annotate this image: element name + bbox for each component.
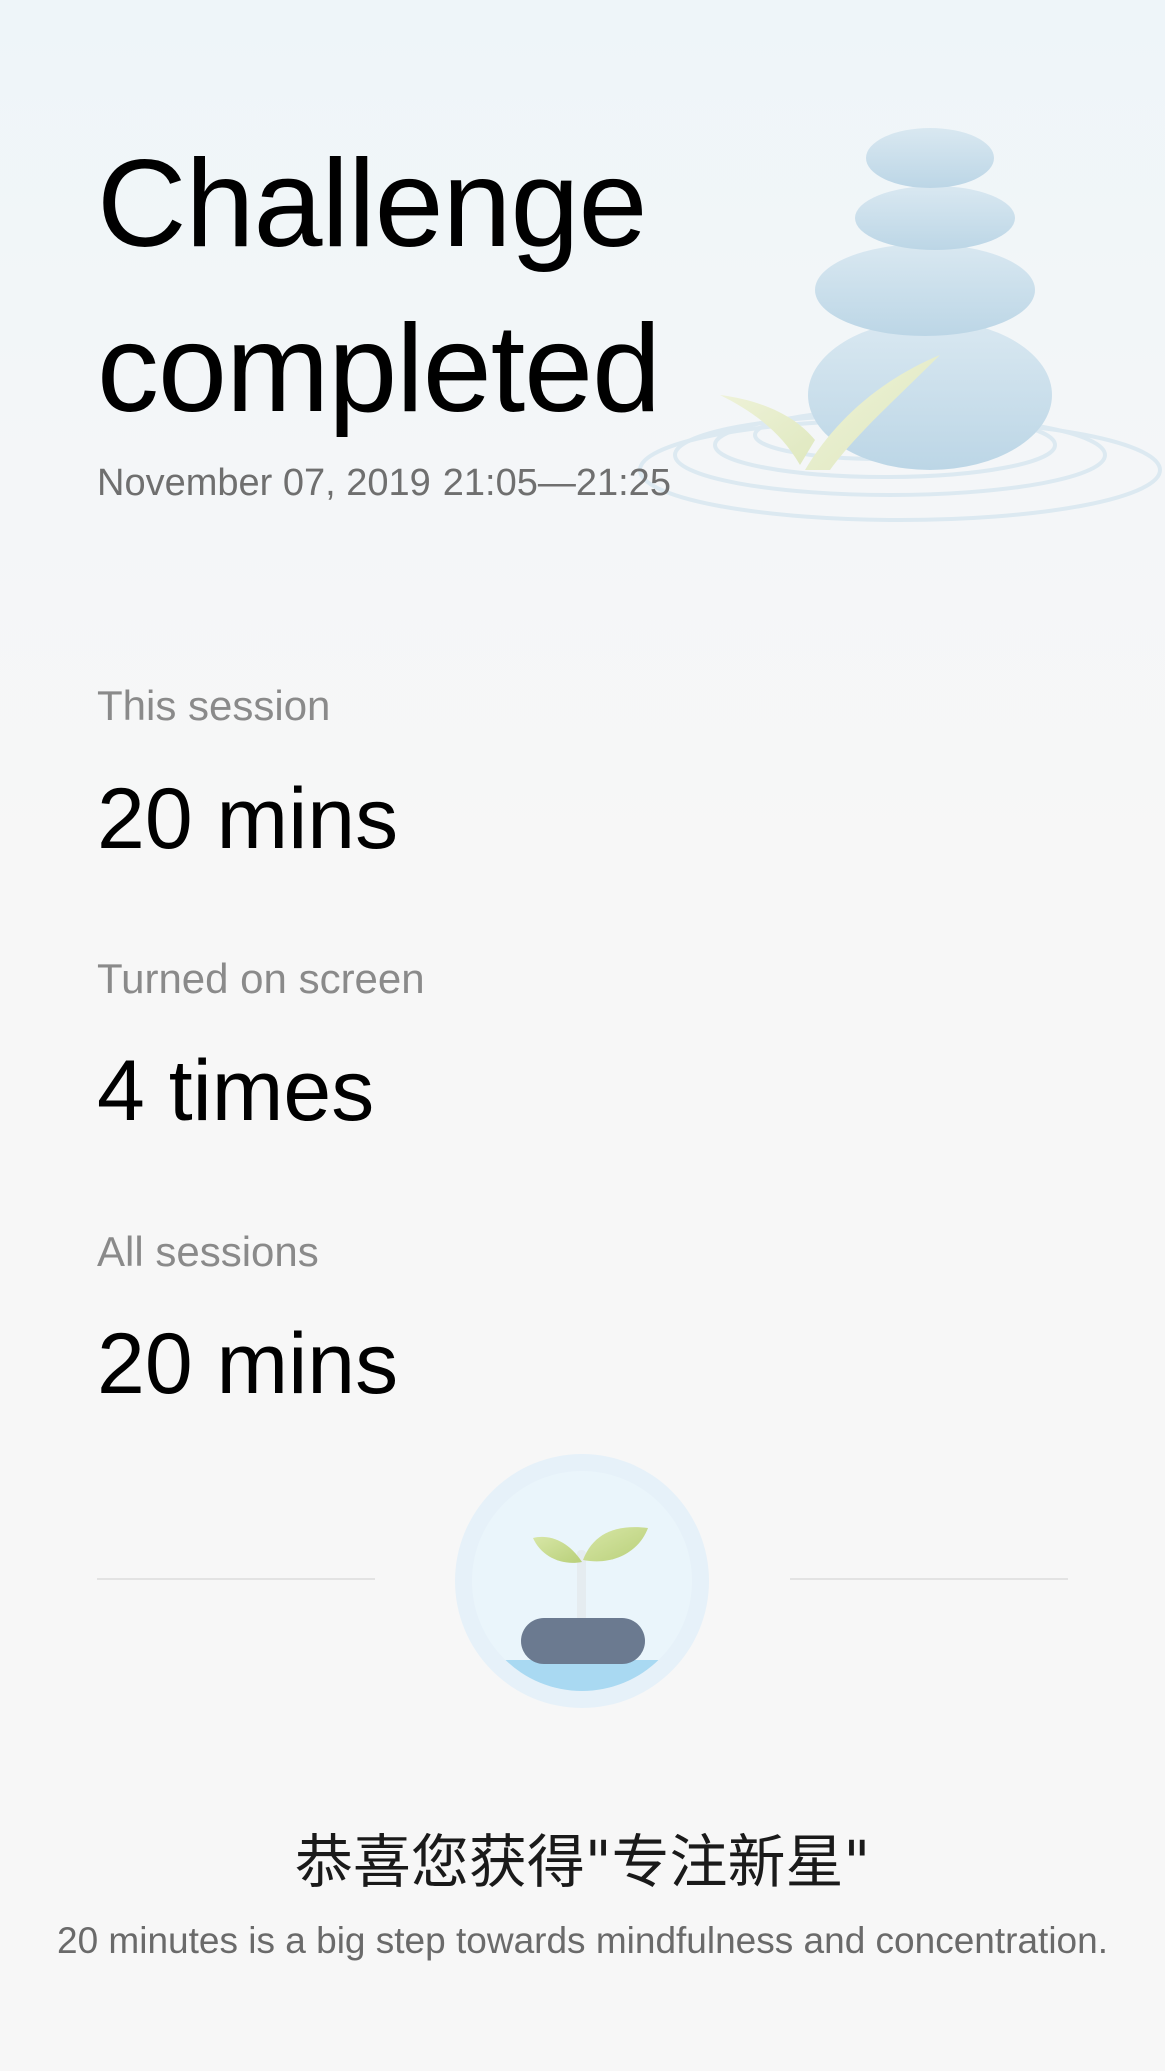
award-title: 恭喜您获得"专注新星" xyxy=(294,1828,871,1896)
session-date: November 07, 2019 xyxy=(97,462,431,504)
session-datetime: November 07, 2019 21:05—21:25 xyxy=(97,462,671,505)
title-line-2: completed xyxy=(97,300,661,438)
stat-value-all-sessions: 20 mins xyxy=(97,1316,399,1412)
divider-right xyxy=(790,1578,1068,1580)
sprout-badge-icon xyxy=(455,1454,709,1708)
stat-label-this-session: This session xyxy=(97,682,331,729)
stat-label-all-sessions: All sessions xyxy=(97,1228,319,1275)
divider-left xyxy=(97,1578,375,1580)
session-time-range: 21:05—21:25 xyxy=(442,462,671,504)
stat-label-turned-on-screen: Turned on screen xyxy=(97,955,425,1002)
stat-value-this-session: 20 mins xyxy=(97,771,399,867)
page-title: Challenge completed xyxy=(97,122,817,452)
title-line-1: Challenge xyxy=(97,135,647,273)
award-description: 20 minutes is a big step towards mindful… xyxy=(57,1920,1108,1961)
stat-value-turned-on-screen: 4 times xyxy=(97,1043,375,1139)
